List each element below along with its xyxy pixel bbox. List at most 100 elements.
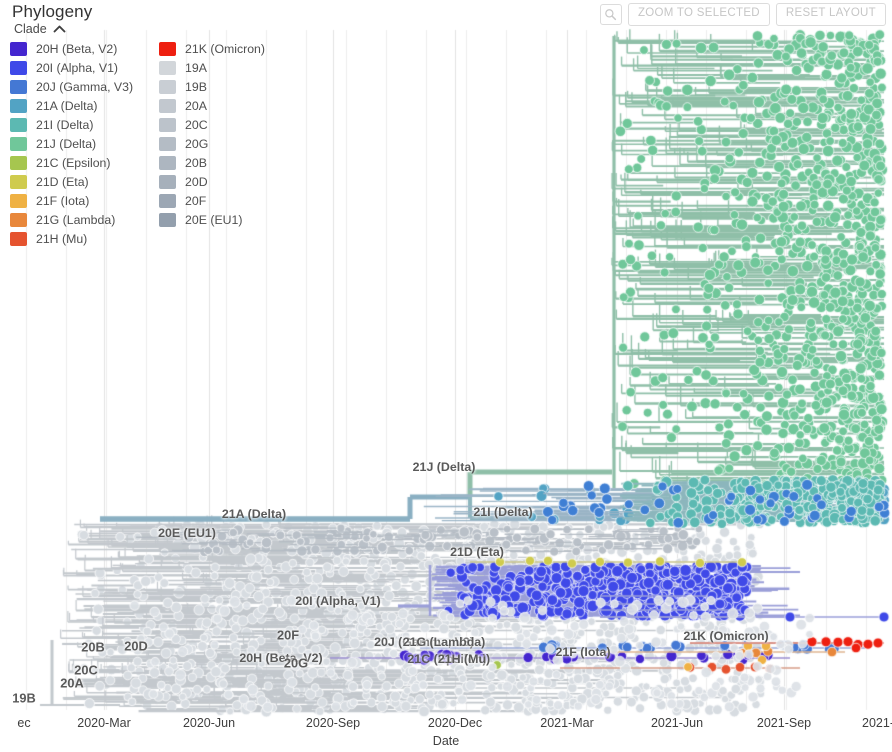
legend-item[interactable]: 21I (Delta)	[10, 115, 133, 134]
clade-branch-label[interactable]: 21G (Lambda)	[403, 635, 486, 649]
legend-item-label: 20B	[185, 155, 207, 170]
x-axis-tick-label: 2021-	[862, 716, 892, 730]
legend-item[interactable]: 20H (Beta, V2)	[10, 39, 133, 58]
search-button[interactable]	[599, 3, 622, 25]
legend-item-label: 20G	[185, 136, 209, 151]
legend-title: Clade	[14, 22, 47, 36]
legend-item[interactable]: 20J (Gamma, V3)	[10, 77, 133, 96]
clade-legend: Clade 20H (Beta, V2) 20I (Alpha, V1) 20J (…	[10, 22, 265, 248]
x-axis-tick-label: 2021-Mar	[540, 716, 594, 730]
x-axis-tick-label: 2021-Sep	[756, 716, 812, 730]
search-icon	[604, 8, 617, 21]
legend-swatch	[159, 193, 177, 208]
legend-item-label: 21K (Omicron)	[185, 41, 265, 56]
legend-item-label: 21G (Lambda)	[36, 212, 116, 227]
clade-branch-label[interactable]: 21F (Iota)	[555, 645, 610, 659]
clade-branch-label[interactable]: 20B	[81, 640, 104, 655]
legend-item[interactable]: 19A	[159, 58, 265, 77]
legend-item-label: 21D (Eta)	[36, 174, 89, 189]
legend-item[interactable]: 20D	[159, 172, 265, 191]
legend-swatch	[159, 117, 177, 132]
clade-branch-label[interactable]: 20E (EU1)	[158, 526, 216, 540]
clade-branch-label[interactable]: 20D	[124, 639, 147, 654]
legend-item-label: 21C (Epsilon)	[36, 155, 111, 170]
x-axis-tick-label: 2020-Dec	[427, 716, 483, 730]
legend-item[interactable]: 19B	[159, 77, 265, 96]
legend-swatch	[10, 41, 27, 56]
legend-item[interactable]: 20E (EU1)	[159, 210, 265, 229]
clade-branch-label[interactable]: 21I (Delta)	[473, 505, 532, 519]
legend-item[interactable]: 21G (Lambda)	[10, 210, 133, 229]
legend-item-label: 20A	[185, 98, 207, 113]
legend-swatch	[10, 212, 27, 227]
x-axis-tick-label: 2020-Sep	[305, 716, 361, 730]
reset-layout-button[interactable]: RESET LAYOUT	[775, 3, 886, 26]
legend-swatch	[10, 193, 27, 208]
legend-swatch	[159, 136, 177, 151]
legend-item[interactable]: 20B	[159, 153, 265, 172]
clade-branch-label[interactable]: 21A (Delta)	[222, 507, 286, 521]
legend-item[interactable]: 20A	[159, 96, 265, 115]
legend-swatch	[159, 98, 177, 113]
legend-swatch	[10, 117, 27, 132]
legend-swatch	[159, 174, 177, 189]
legend-swatch	[159, 79, 177, 94]
legend-item-label: 19B	[185, 79, 207, 94]
legend-item-label: 21J (Delta)	[36, 136, 97, 151]
x-axis-tick-label: 2020-Mar	[77, 716, 131, 730]
legend-item-label: 20J (Gamma, V3)	[36, 79, 134, 94]
clade-branch-label[interactable]: 20H (Beta, V2)	[239, 651, 322, 665]
x-axis-title: Date	[432, 734, 460, 748]
legend-swatch	[10, 79, 27, 94]
legend-swatch	[159, 60, 177, 75]
clade-branch-label[interactable]: 21H (Mu)	[438, 652, 490, 666]
legend-swatch	[10, 155, 27, 170]
legend-column-1: 21K (Omicron) 19A 19B 20A 20C 20G 20B 20D 20F 20E…	[159, 39, 265, 248]
legend-item-label: 20I (Alpha, V1)	[36, 60, 119, 75]
legend-item[interactable]: 21C (Epsilon)	[10, 153, 133, 172]
legend-item[interactable]: 20F	[159, 191, 265, 210]
legend-columns: 20H (Beta, V2) 20I (Alpha, V1) 20J (Gamma,…	[10, 39, 265, 248]
legend-swatch	[159, 41, 177, 56]
legend-item-label: 20D	[185, 174, 208, 189]
legend-item[interactable]: 21K (Omicron)	[159, 39, 265, 58]
legend-header[interactable]: Clade	[10, 22, 265, 36]
legend-column-0: 20H (Beta, V2) 20I (Alpha, V1) 20J (Gamma,…	[10, 39, 133, 248]
clade-branch-label[interactable]: 19B	[12, 691, 35, 706]
legend-item[interactable]: 20C	[159, 115, 265, 134]
legend-item[interactable]: 21D (Eta)	[10, 172, 133, 191]
legend-item-label: 21H (Mu)	[36, 231, 88, 246]
legend-item[interactable]: 21F (Iota)	[10, 191, 133, 210]
legend-item[interactable]: 21H (Mu)	[10, 229, 133, 248]
legend-item[interactable]: 21A (Delta)	[10, 96, 133, 115]
legend-swatch	[10, 174, 27, 189]
legend-swatch	[159, 212, 177, 227]
clade-branch-label[interactable]: 20G	[284, 656, 308, 671]
tree-toolbar: ZOOM TO SELECTED RESET LAYOUT	[599, 3, 886, 26]
x-axis-tick-label: 2021-Jun	[650, 716, 704, 730]
legend-item-label: 20C	[185, 117, 208, 132]
legend-item[interactable]: 20G	[159, 134, 265, 153]
legend-item[interactable]: 20I (Alpha, V1)	[10, 58, 133, 77]
legend-item-label: 19A	[185, 60, 207, 75]
legend-item[interactable]: 21J (Delta)	[10, 134, 133, 153]
clade-branch-label[interactable]: 20I (Alpha, V1)	[295, 594, 380, 608]
clade-branch-label[interactable]: 21J (Delta)	[413, 460, 476, 474]
legend-swatch	[10, 136, 27, 151]
legend-swatch	[10, 60, 27, 75]
chevron-up-icon[interactable]	[53, 22, 66, 36]
page-title: Phylogeny	[12, 2, 93, 21]
legend-swatch	[10, 231, 27, 246]
legend-item-label: 21F (Iota)	[36, 193, 90, 208]
zoom-to-selected-button[interactable]: ZOOM TO SELECTED	[627, 3, 770, 26]
clade-branch-label[interactable]: 20A	[60, 676, 83, 691]
x-axis-tick-label: 2020-Jun	[182, 716, 236, 730]
legend-item-label: 21I (Delta)	[36, 117, 94, 132]
legend-item-label: 20H (Beta, V2)	[36, 41, 118, 56]
legend-item-label: 20E (EU1)	[185, 212, 243, 227]
legend-item-label: 20F	[185, 193, 207, 208]
clade-branch-label[interactable]: 20F	[277, 628, 299, 643]
legend-swatch	[159, 155, 177, 170]
clade-branch-label[interactable]: 21K (Omicron)	[683, 629, 768, 643]
clade-branch-label[interactable]: 21D (Eta)	[450, 545, 504, 559]
